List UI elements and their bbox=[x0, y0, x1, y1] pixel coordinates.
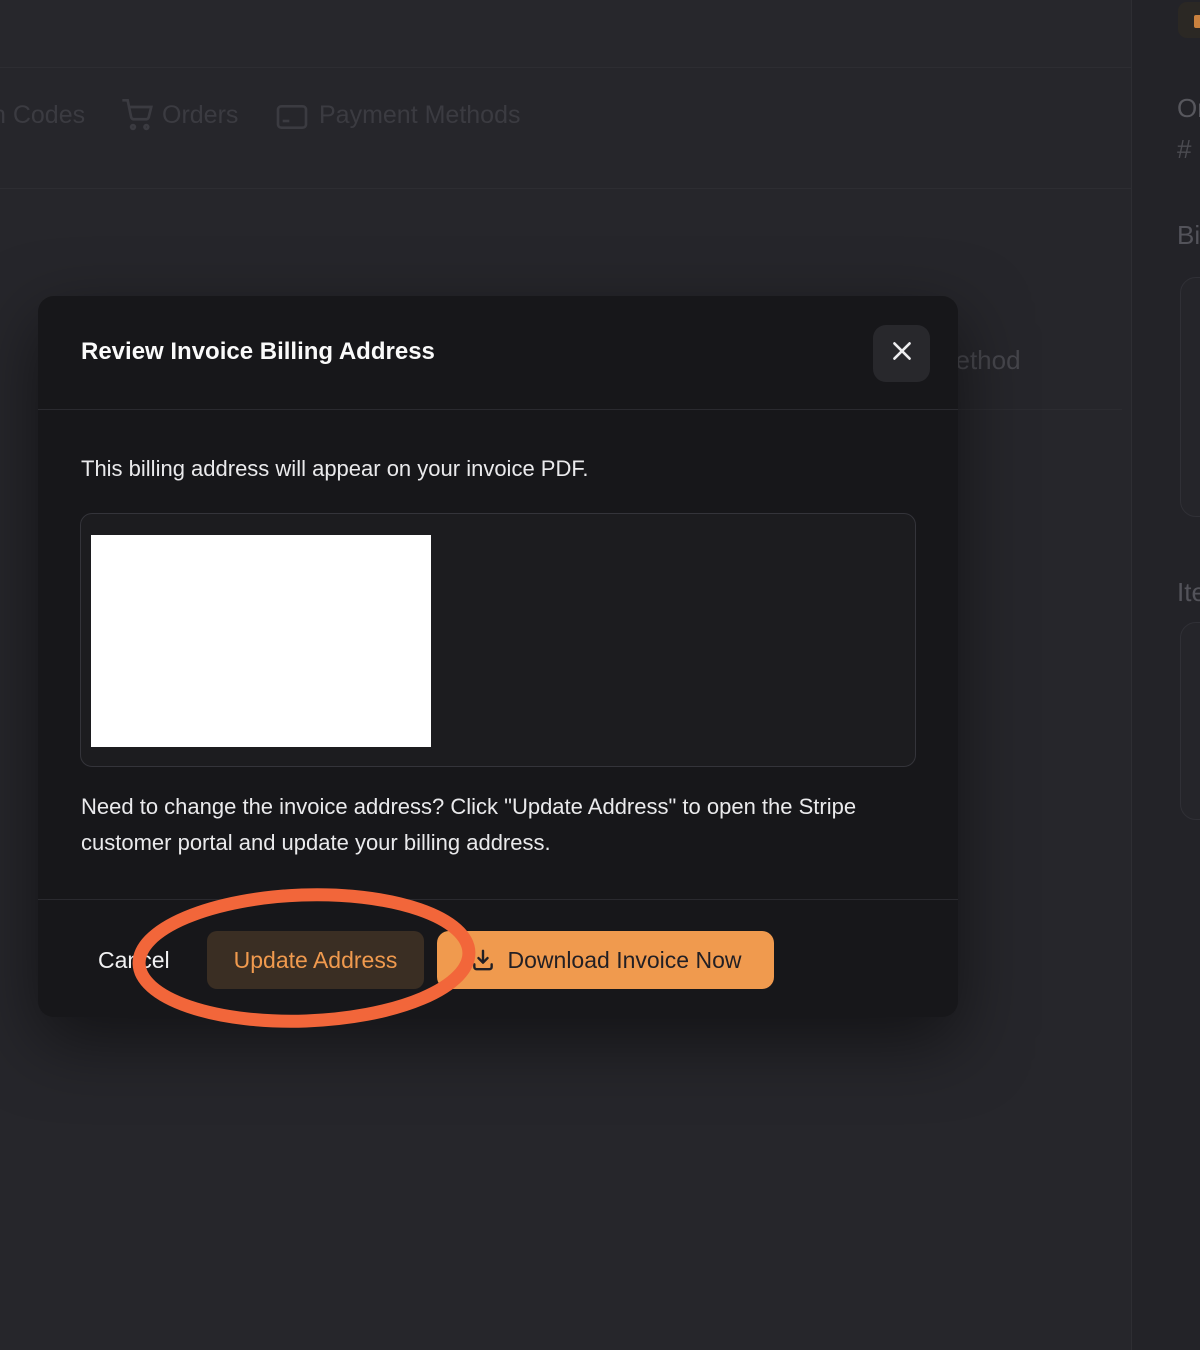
address-redacted-block bbox=[91, 535, 431, 747]
tab-orders[interactable]: Orders bbox=[162, 100, 238, 130]
sidebar-items-card bbox=[1180, 622, 1200, 820]
update-address-button[interactable]: Update Address bbox=[207, 931, 424, 989]
update-address-note: Need to change the invoice address? Clic… bbox=[81, 789, 933, 861]
close-button[interactable] bbox=[873, 325, 930, 382]
corner-button-icon bbox=[1194, 15, 1200, 28]
tab-bar-divider bbox=[0, 188, 1131, 189]
sidebar-billing-label: Bil bbox=[1177, 220, 1200, 250]
credit-card-icon bbox=[276, 101, 308, 133]
download-button-label: Download Invoice Now bbox=[508, 947, 742, 974]
dialog-title: Review Invoice Billing Address bbox=[81, 338, 435, 366]
download-icon bbox=[470, 947, 496, 973]
shopping-cart-icon bbox=[121, 99, 153, 131]
header-divider bbox=[38, 409, 958, 410]
sidebar-items-label: Ite bbox=[1177, 577, 1200, 607]
tab-payment-methods[interactable]: Payment Methods bbox=[319, 100, 521, 130]
download-invoice-button[interactable]: Download Invoice Now bbox=[437, 931, 774, 989]
close-icon bbox=[889, 338, 915, 369]
cancel-button[interactable]: Cancel bbox=[76, 931, 192, 989]
sidebar-order-label: Or bbox=[1177, 93, 1200, 123]
tab-codes[interactable]: n Codes bbox=[0, 100, 85, 130]
dialog-description: This billing address will appear on your… bbox=[81, 456, 588, 482]
top-toolbar bbox=[0, 0, 1131, 68]
billing-address-preview bbox=[80, 513, 916, 767]
sidebar-billing-card bbox=[1180, 277, 1200, 517]
footer-divider bbox=[38, 899, 958, 900]
review-invoice-billing-address-dialog: Review Invoice Billing Address This bill… bbox=[38, 296, 958, 1017]
sidebar-order-number: # bbox=[1177, 134, 1191, 164]
screen: n Codes Orders Payment Methods Payment M… bbox=[0, 0, 1200, 1350]
